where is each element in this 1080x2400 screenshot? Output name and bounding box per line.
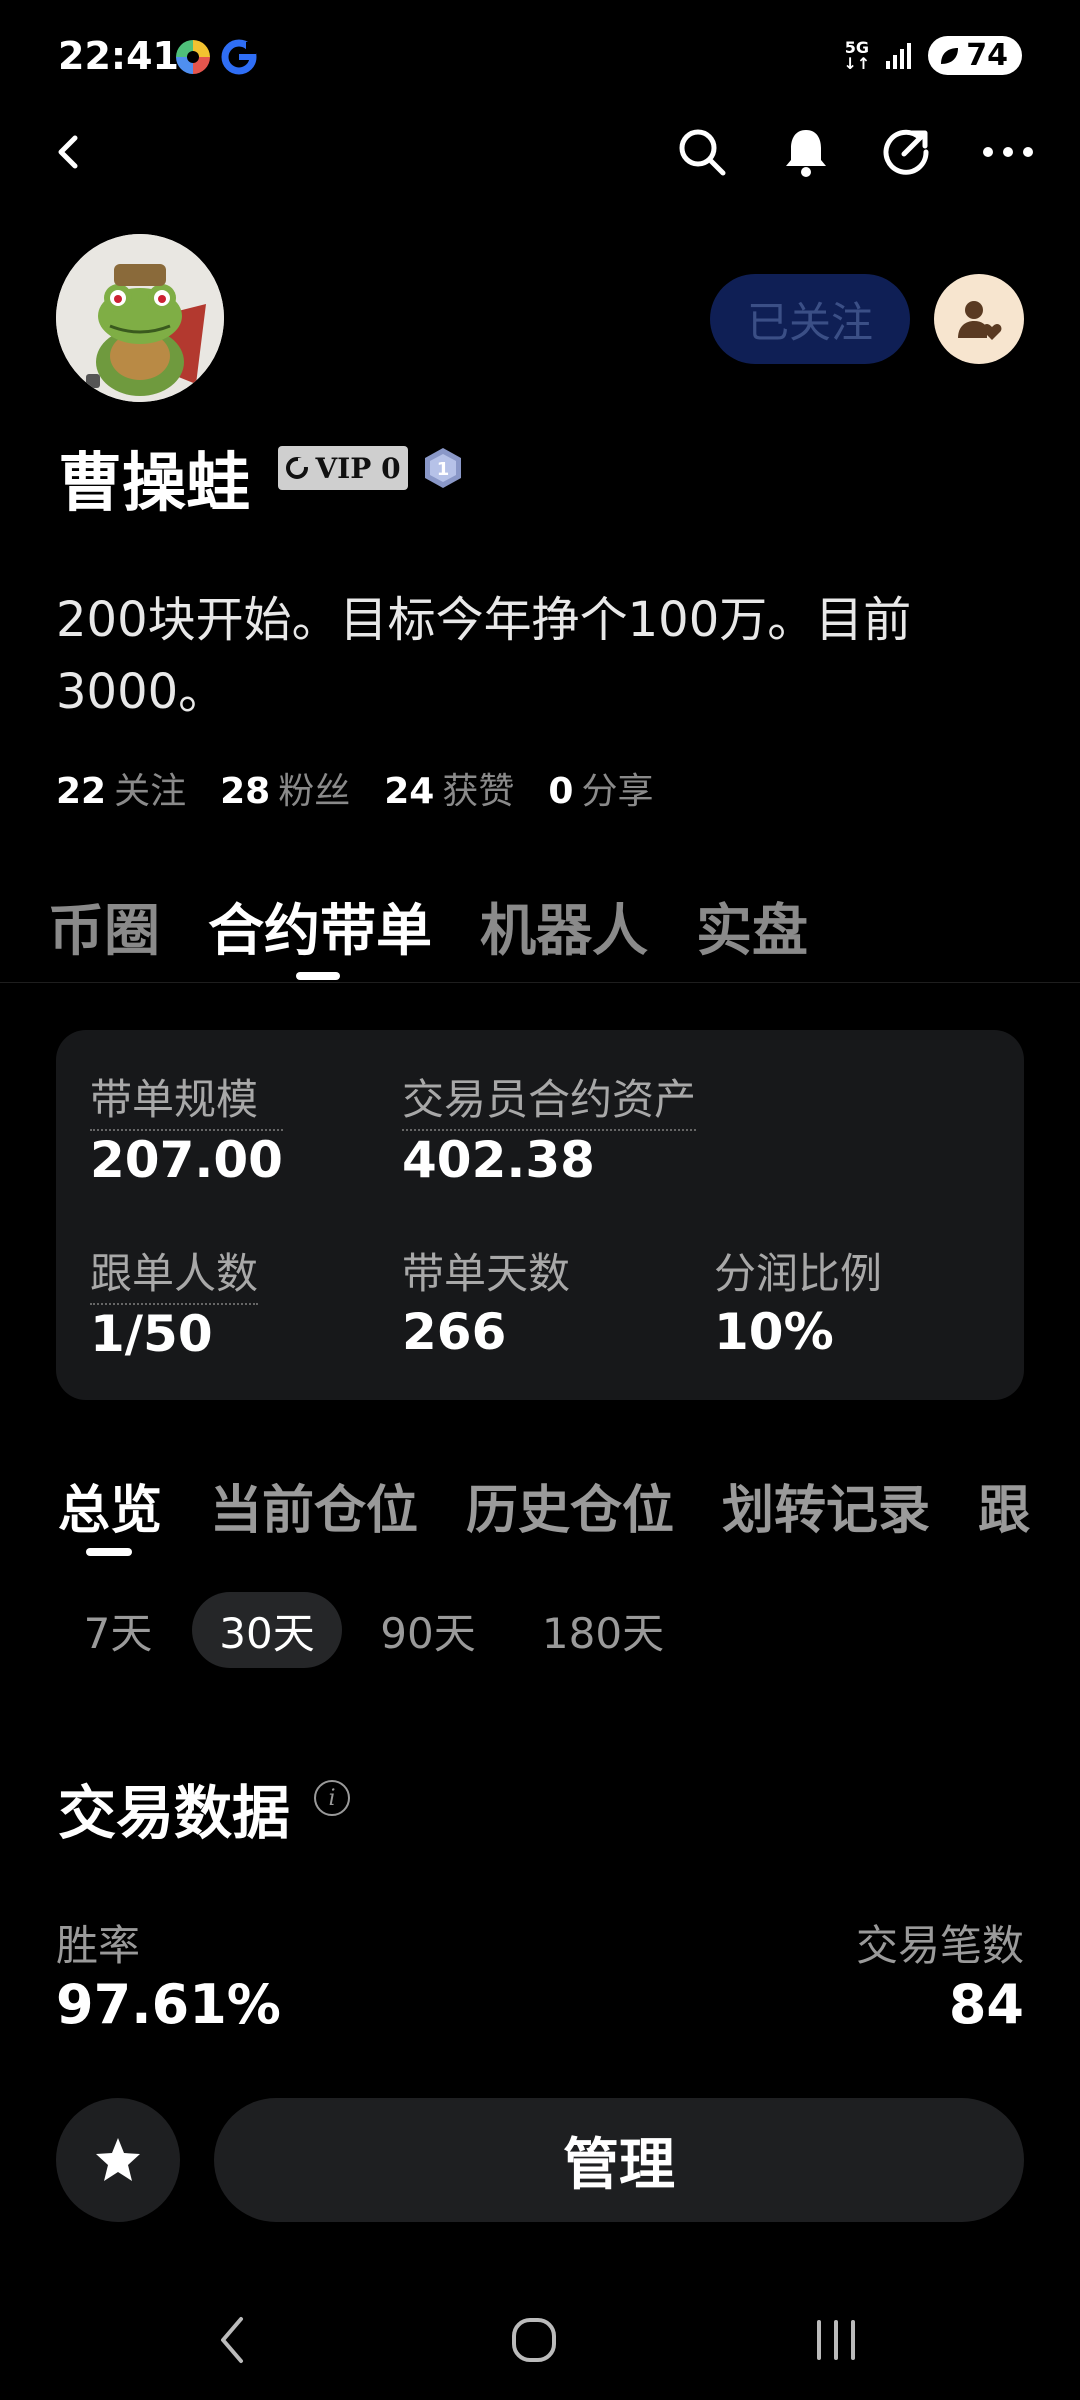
level-badge[interactable]: 1 xyxy=(422,446,464,490)
period-7d[interactable]: 7天 xyxy=(62,1592,174,1668)
chevron-left-icon xyxy=(58,135,78,169)
nav-home-button[interactable] xyxy=(474,2300,594,2380)
subtab-current-positions[interactable]: 当前仓位 xyxy=(210,1468,418,1543)
network-indicator: 5G ↓↑ xyxy=(843,37,871,73)
period-180d[interactable]: 180天 xyxy=(522,1592,684,1668)
scale-value: 207.00 xyxy=(90,1131,283,1189)
subtab-history-positions[interactable]: 历史仓位 xyxy=(466,1468,674,1543)
nav-home-icon xyxy=(512,2318,556,2362)
tab-indicator xyxy=(296,972,340,980)
bell-icon xyxy=(786,130,826,177)
assets-value: 402.38 xyxy=(402,1131,595,1189)
nav-recents-icon xyxy=(817,2320,855,2360)
nav-back-button[interactable] xyxy=(172,2300,292,2380)
username: 曹操蛙 xyxy=(58,447,250,521)
g-app-icon xyxy=(220,38,258,76)
share-icon xyxy=(883,129,929,175)
stat-likes[interactable]: 24 获赞 xyxy=(384,762,514,814)
battery-saver-icon xyxy=(941,48,959,64)
subtab-transfer-records[interactable]: 划转记录 xyxy=(722,1468,930,1543)
trades-count-value: 84 xyxy=(948,1973,1024,2036)
followers-value: 1/50 xyxy=(90,1305,213,1363)
share-button[interactable] xyxy=(876,122,936,182)
notifications-button[interactable] xyxy=(776,122,836,182)
manage-button[interactable]: 管理 xyxy=(214,2098,1024,2222)
level-number: 1 xyxy=(437,459,450,480)
status-right: 5G ↓↑ 74 xyxy=(843,36,1022,75)
main-tabs: 币圈 合约带单 机器人 实盘 xyxy=(48,886,808,967)
scale-label[interactable]: 带单规模 xyxy=(90,1066,283,1131)
status-time: 22:41 xyxy=(58,34,179,78)
search-icon xyxy=(679,129,726,176)
days-label: 带单天数 xyxy=(402,1249,571,1298)
tab-live[interactable]: 实盘 xyxy=(696,886,808,967)
win-rate-value: 97.61% xyxy=(56,1973,281,2036)
back-button[interactable] xyxy=(38,122,98,182)
nav-recents-button[interactable] xyxy=(776,2300,896,2380)
profile-action-button[interactable] xyxy=(934,274,1024,364)
period-30d[interactable]: 30天 xyxy=(192,1592,342,1668)
profile-bio: 200块开始。目标今年挣个100万。目前3000。 xyxy=(56,592,912,720)
period-90d[interactable]: 90天 xyxy=(358,1592,498,1668)
profile-stats: 22 关注 28 粉丝 24 获赞 0 分享 xyxy=(56,762,653,814)
follow-button[interactable]: 已关注 xyxy=(710,274,910,364)
tab-copy-trading[interactable]: 合约带单 xyxy=(208,886,432,967)
vip-badge[interactable]: VIP 0 xyxy=(278,446,408,490)
more-horizontal-icon xyxy=(983,147,1033,157)
tab-crypto[interactable]: 币圈 xyxy=(48,886,160,967)
divider xyxy=(0,982,1080,983)
copy-trading-stats-card: 带单规模 207.00 交易员合约资产 402.38 跟单人数 1/50 带单天… xyxy=(56,1030,1024,1400)
signal-icon xyxy=(886,42,912,69)
sub-tabs: 总览 当前仓位 历史仓位 划转记录 跟 xyxy=(58,1468,1030,1543)
stat-fans[interactable]: 28 粉丝 xyxy=(220,762,350,814)
frog-warrior-avatar-icon xyxy=(56,234,224,402)
info-icon[interactable]: i xyxy=(314,1780,350,1816)
more-button[interactable] xyxy=(978,122,1038,182)
search-button[interactable] xyxy=(672,122,732,182)
stat-shares[interactable]: 0 分享 xyxy=(548,762,653,814)
trades-count-label: 交易笔数 xyxy=(855,1921,1024,1970)
favorite-button[interactable] xyxy=(56,2098,180,2222)
profit-share-label: 分润比例 xyxy=(714,1249,883,1298)
battery-indicator: 74 xyxy=(928,36,1022,75)
win-rate-label: 胜率 xyxy=(56,1921,141,1970)
person-heart-icon xyxy=(958,301,1002,340)
avatar[interactable] xyxy=(56,234,224,402)
assets-label[interactable]: 交易员合约资产 xyxy=(402,1066,697,1131)
vip-logo-icon xyxy=(286,457,309,479)
star-icon xyxy=(96,2138,140,2181)
pinwheel-app-icon xyxy=(174,38,212,76)
profit-share-value: 10% xyxy=(714,1303,834,1361)
stat-following[interactable]: 22 关注 xyxy=(56,762,186,814)
followers-label[interactable]: 跟单人数 xyxy=(90,1240,259,1305)
days-value: 266 xyxy=(402,1303,507,1361)
trade-data-title: 交易数据 xyxy=(58,1779,291,1847)
tab-bots[interactable]: 机器人 xyxy=(480,886,648,967)
subtab-overview[interactable]: 总览 xyxy=(58,1468,162,1543)
subtab-indicator xyxy=(86,1548,132,1556)
nav-back-icon xyxy=(221,2317,243,2363)
subtab-followers[interactable]: 跟 xyxy=(978,1468,1030,1543)
